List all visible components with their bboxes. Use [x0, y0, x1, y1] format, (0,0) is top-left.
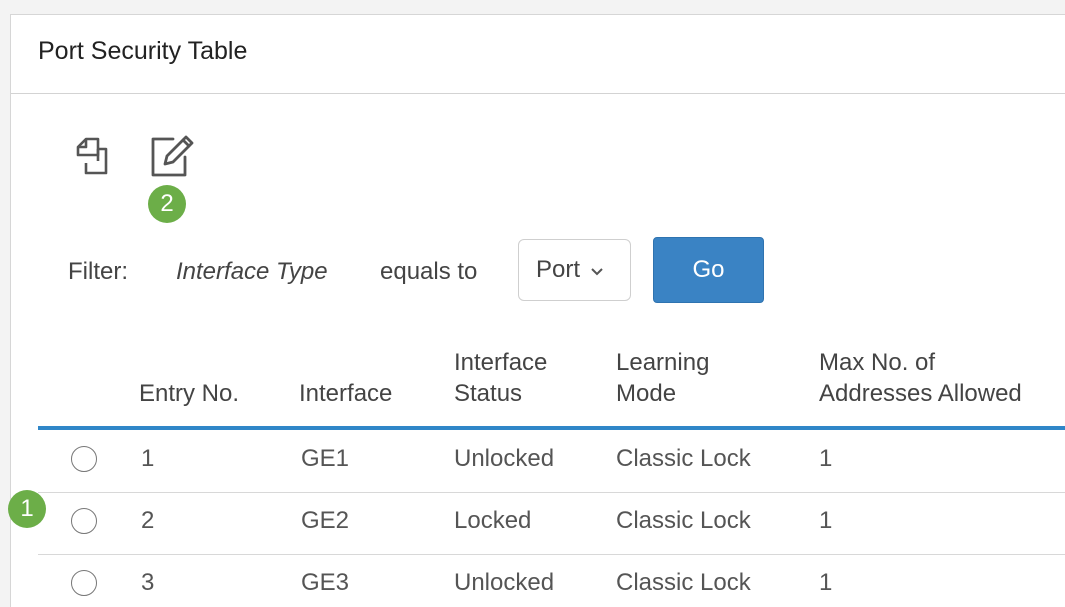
copy-icon[interactable] — [68, 133, 116, 181]
cell-max-addresses: 1 — [819, 569, 833, 596]
cell-interface: GE2 — [301, 507, 350, 534]
cell-interface-status: Unlocked — [454, 569, 555, 596]
header-line: Learning — [616, 349, 710, 376]
page-title: Port Security Table — [38, 37, 248, 65]
row-select-radio[interactable] — [71, 570, 97, 596]
cell-entry-no: 2 — [141, 507, 155, 534]
cell-interface: GE1 — [301, 445, 350, 472]
table-row: 2 GE2 Locked Classic Lock 1 — [38, 492, 1065, 555]
chevron-down-icon — [590, 256, 604, 284]
header-line: Max No. of — [819, 349, 936, 376]
filter-type-select[interactable]: Port — [518, 239, 631, 301]
step-badge-2: 2 — [148, 185, 186, 223]
table-row: 1 GE1 Unlocked Classic Lock 1 — [38, 430, 1065, 493]
column-header-entry-no: Entry No. — [139, 380, 240, 407]
cell-interface: GE3 — [301, 569, 350, 596]
header-line: Interface — [454, 349, 548, 376]
panel-header: Port Security Table — [11, 15, 1065, 94]
step-badge-1: 1 — [8, 490, 46, 528]
cell-learning-mode: Classic Lock — [616, 445, 751, 472]
filter-label: Filter: — [68, 258, 128, 285]
filter-field-label: Interface Type — [176, 258, 328, 285]
column-header-interface-status: Interface Status — [454, 347, 547, 409]
filter-operator-label: equals to — [380, 258, 478, 285]
cell-max-addresses: 1 — [819, 445, 833, 472]
cell-learning-mode: Classic Lock — [616, 569, 751, 596]
header-line: Status — [454, 380, 523, 407]
header-line: Addresses Allowed — [819, 380, 1022, 407]
column-header-interface: Interface — [299, 380, 393, 407]
column-header-max-addresses: Max No. of Addresses Allowed — [819, 347, 1022, 409]
cell-interface-status: Unlocked — [454, 445, 555, 472]
table-row: 3 GE3 Unlocked Classic Lock 1 — [38, 554, 1065, 607]
row-select-radio[interactable] — [71, 508, 97, 534]
go-button[interactable]: Go — [653, 237, 764, 303]
cell-interface-status: Locked — [454, 507, 532, 534]
column-header-learning-mode: Learning Mode — [616, 347, 709, 409]
port-security-panel: Port Security Table 2 Filter: Interface … — [10, 14, 1065, 607]
edit-icon[interactable] — [147, 133, 197, 181]
header-line: Mode — [616, 380, 677, 407]
cell-entry-no: 1 — [141, 445, 155, 472]
row-select-radio[interactable] — [71, 446, 97, 472]
cell-max-addresses: 1 — [819, 507, 833, 534]
cell-learning-mode: Classic Lock — [616, 507, 751, 534]
filter-type-value: Port — [536, 256, 581, 283]
cell-entry-no: 3 — [141, 569, 155, 596]
